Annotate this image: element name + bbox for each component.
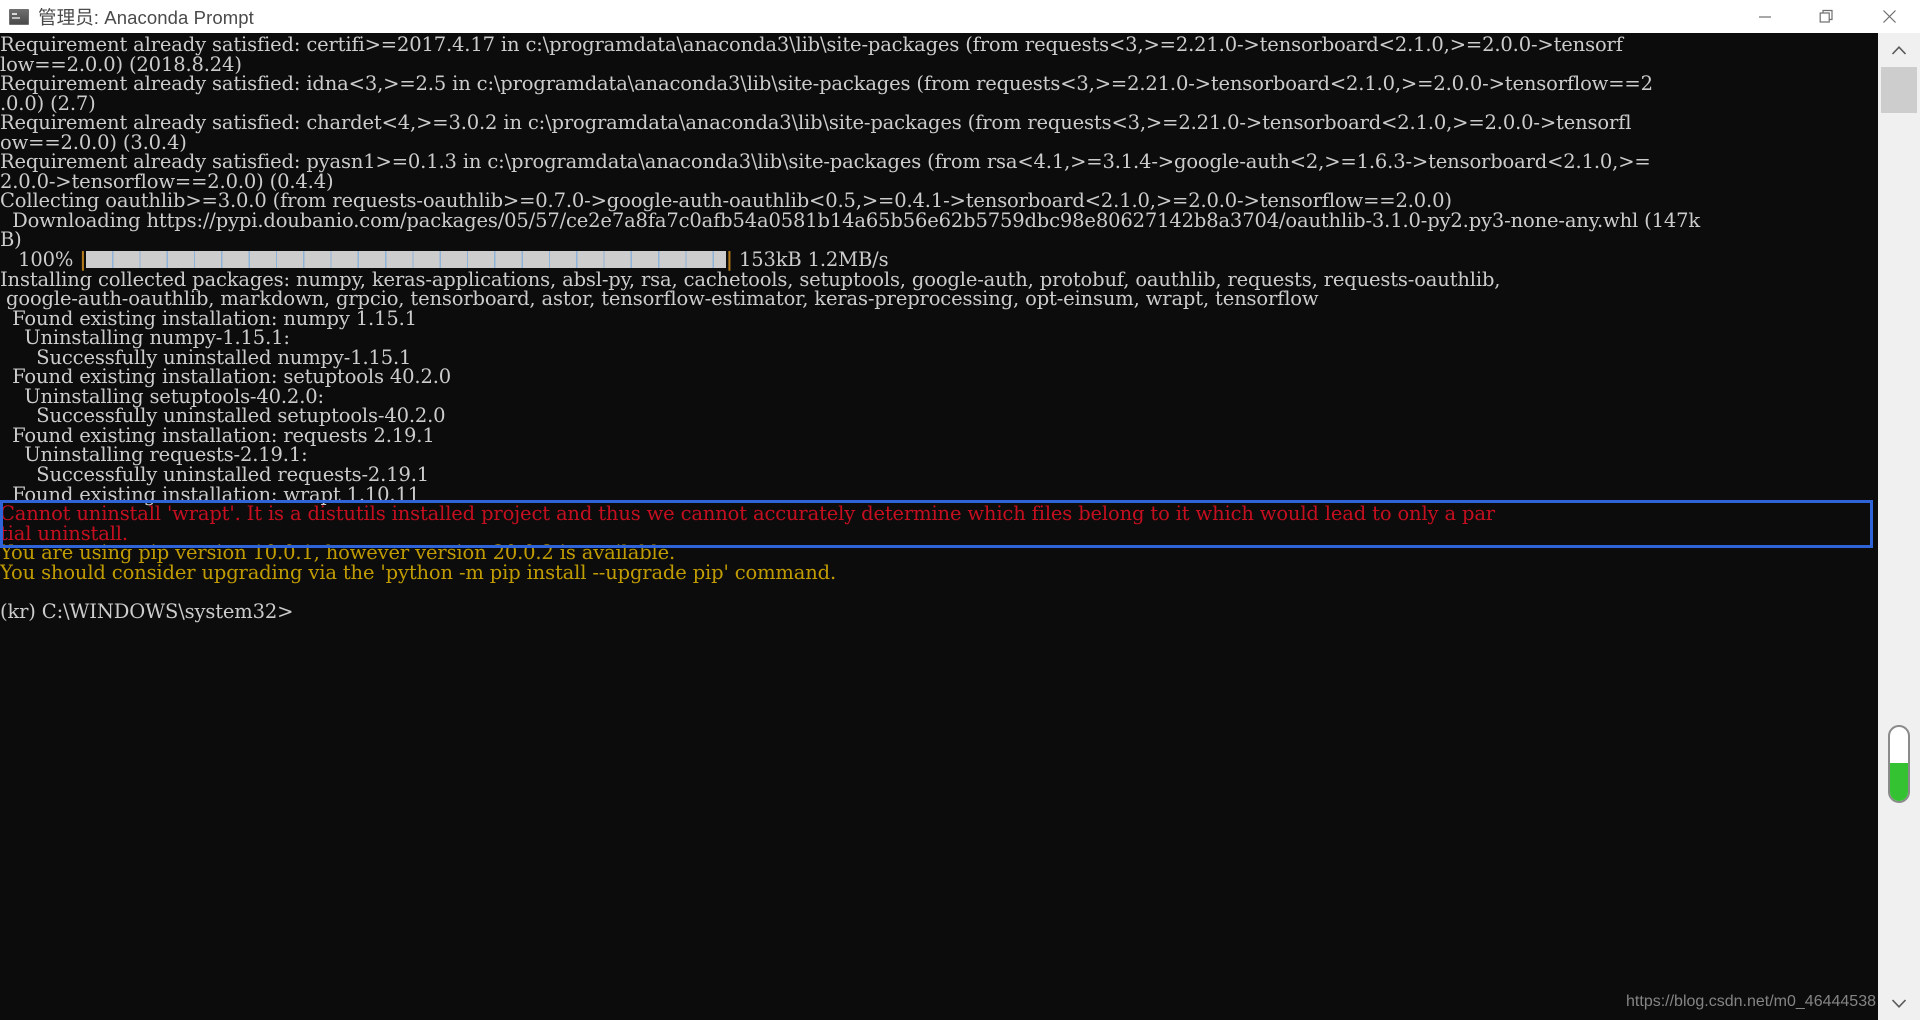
window-title: 管理员: Anaconda Prompt — [38, 6, 254, 28]
progress-right-delimiter: | — [725, 248, 733, 272]
console-line: Cannot uninstall 'wrapt'. It is a distut… — [0, 502, 1495, 526]
window-titlebar[interactable]: 管理员: Anaconda Prompt — [0, 0, 1920, 33]
download-progress-row: 100% | | 153kB 1.2MB/s — [0, 250, 1878, 270]
scroll-thumb[interactable] — [1888, 725, 1910, 803]
titlebar-left-group: 管理员: Anaconda Prompt — [0, 0, 1734, 33]
progress-bar-fill — [86, 251, 726, 269]
console-icon — [9, 8, 29, 25]
console-scrollbar[interactable] — [1878, 33, 1920, 1020]
progress-left-delimiter: | — [79, 248, 87, 272]
minimize-button[interactable] — [1734, 0, 1796, 33]
console-line: Successfully uninstalled setuptools-40.2… — [0, 404, 446, 428]
console-line: google-auth-oauthlib, markdown, grpcio, … — [0, 287, 1319, 311]
close-icon — [1882, 10, 1896, 23]
console-line: Found existing installation: setuptools … — [0, 365, 452, 389]
minimize-icon — [1759, 15, 1771, 18]
console-line: B) — [0, 228, 22, 252]
console-line: You are using pip version 10.0.1, howeve… — [0, 541, 676, 565]
chevron-up-icon — [1891, 45, 1907, 55]
restore-icon — [1819, 9, 1833, 23]
progress-rate-label: 1.2MB/s — [807, 248, 889, 272]
close-button[interactable] — [1858, 0, 1920, 33]
progress-percent-label: 100% — [18, 248, 74, 272]
console-line: Downloading https://pypi.doubanio.com/pa… — [0, 208, 1701, 232]
scroll-page-up-region[interactable] — [1881, 67, 1917, 113]
console-text-buffer: Requirement already satisfied: certifi>=… — [0, 33, 1878, 621]
scroll-thumb-fill — [1890, 763, 1908, 801]
console-line: Requirement already satisfied: pyasn1>=0… — [0, 150, 1651, 174]
console-line: Successfully uninstalled requests-2.19.1 — [0, 463, 430, 487]
console-output-area[interactable]: Requirement already satisfied: certifi>=… — [0, 33, 1878, 1020]
console-line: Requirement already satisfied: idna<3,>=… — [0, 72, 1653, 96]
progress-size-label: 153kB — [738, 248, 802, 272]
window-controls — [1734, 0, 1920, 33]
chevron-down-icon — [1891, 998, 1907, 1008]
scroll-up-button[interactable] — [1878, 33, 1920, 67]
maximize-button[interactable] — [1796, 0, 1858, 33]
console-line: Collecting oauthlib>=3.0.0 (from request… — [0, 189, 1452, 213]
watermark-text: https://blog.csdn.net/m0_46444538 — [1626, 993, 1876, 1010]
console-line: Requirement already satisfied: certifi>=… — [0, 33, 1623, 56]
console-prompt-line: (kr) C:\WINDOWS\system32> — [0, 599, 294, 623]
console-line: Requirement already satisfied: chardet<4… — [0, 111, 1632, 135]
anaconda-prompt-window: 管理员: Anaconda Prompt Requirement already… — [0, 0, 1920, 1020]
scroll-track[interactable] — [1878, 113, 1920, 986]
console-line: Uninstalling numpy-1.15.1: — [0, 326, 290, 350]
scroll-down-button[interactable] — [1878, 986, 1920, 1020]
console-line: You should consider upgrading via the 'p… — [0, 560, 837, 584]
